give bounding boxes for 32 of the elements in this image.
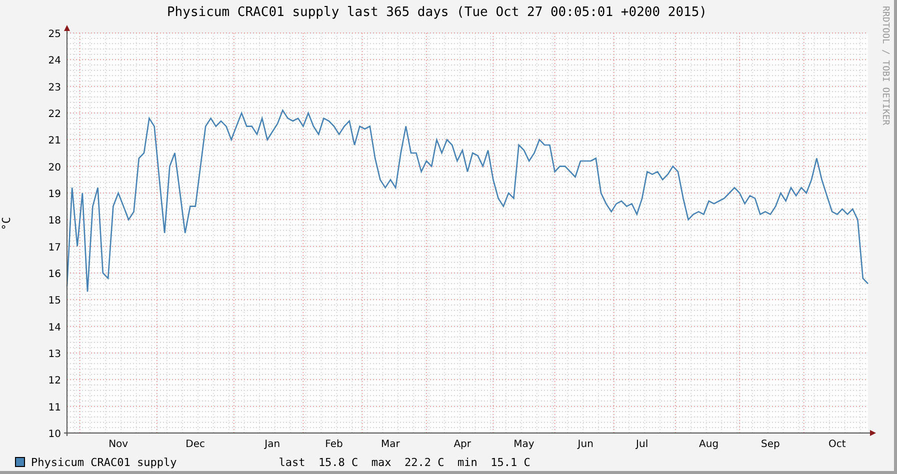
x-tick-label: Apr: [454, 438, 472, 450]
x-tick-label: Feb: [325, 438, 343, 450]
x-tick-label: Dec: [186, 438, 206, 450]
x-tick-label: Oct: [828, 438, 846, 450]
x-tick-label: Aug: [699, 438, 719, 450]
y-tick-label: 15: [48, 295, 61, 306]
y-tick-label: 24: [48, 55, 61, 66]
y-tick-label: 13: [48, 348, 61, 360]
credit-text: RRDTOOL / TOBI OETIKER: [880, 6, 890, 125]
legend-label: Physicum CRAC01 supply: [31, 456, 177, 469]
x-tick-label: Jan: [264, 438, 280, 450]
y-tick-label: 23: [48, 82, 61, 93]
y-tick-label: 14: [48, 322, 61, 333]
x-tick-label: Sep: [761, 438, 780, 450]
y-tick-label: 16: [48, 268, 61, 280]
y-tick-label: 12: [48, 375, 61, 386]
axis-label: °C: [0, 216, 14, 230]
y-tick-label: 20: [48, 162, 61, 173]
legend-stats: last 15.8 C max 22.2 C min 15.1 C: [278, 456, 530, 469]
y-tick-label: 22: [48, 108, 61, 120]
y-tick-label: 17: [48, 242, 61, 253]
x-tick-label: Nov: [108, 438, 128, 450]
x-tick-label: May: [514, 438, 534, 450]
x-tick-label: Jul: [636, 438, 648, 450]
y-tick-label: 21: [48, 135, 61, 146]
x-tick-label: Mar: [381, 438, 400, 450]
y-tick-label: 11: [48, 402, 61, 413]
y-tick-label: 10: [48, 428, 61, 440]
y-tick-label: 18: [48, 215, 61, 226]
x-tick-label: Jun: [578, 438, 594, 450]
y-tick-label: 19: [48, 188, 61, 200]
y-tick-label: 25: [48, 28, 61, 40]
